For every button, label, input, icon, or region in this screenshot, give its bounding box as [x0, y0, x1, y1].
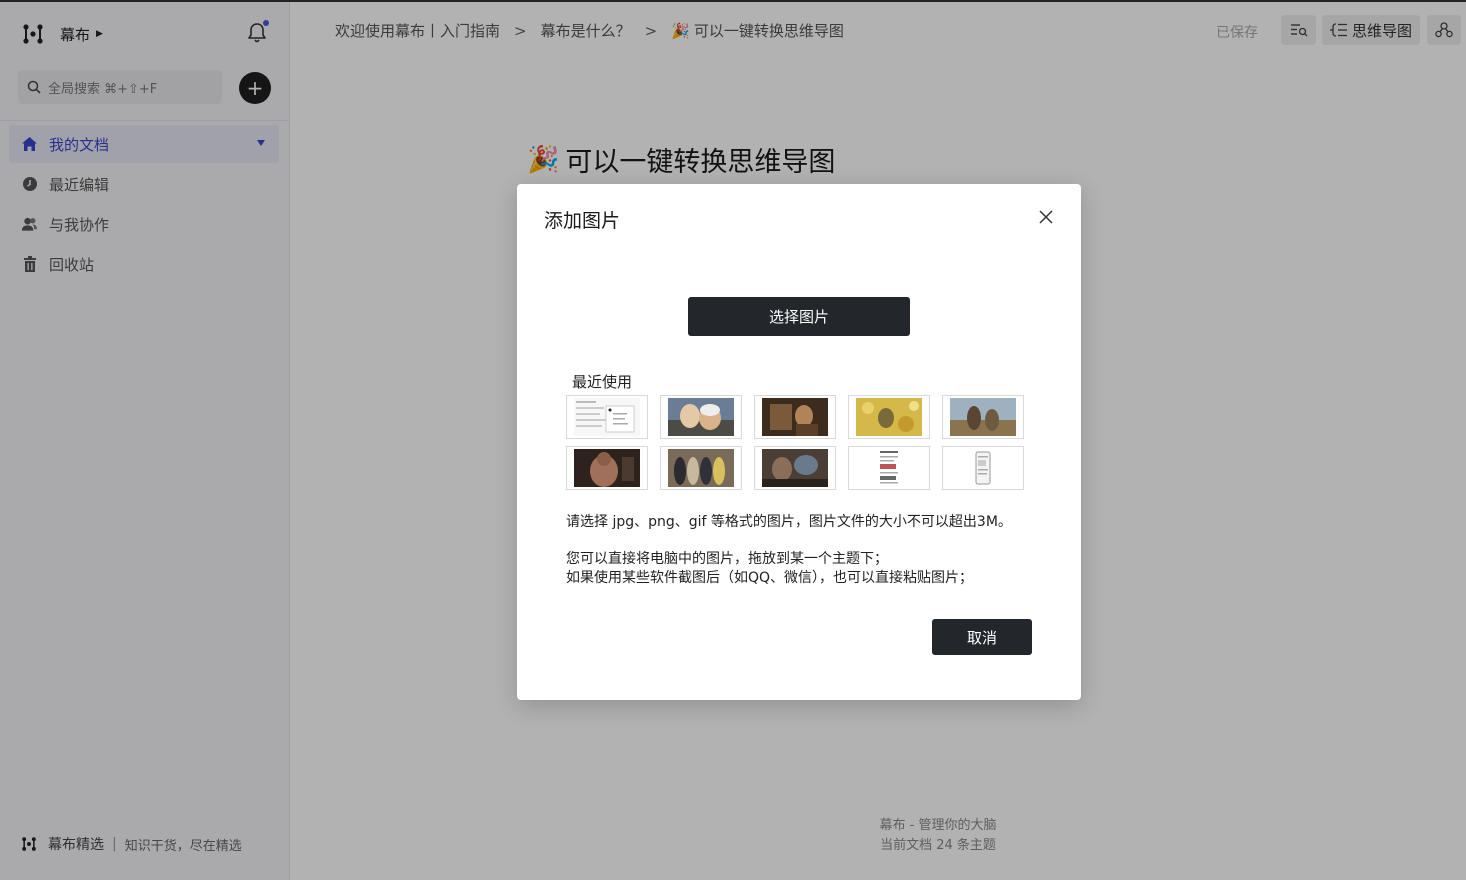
close-icon	[1039, 210, 1053, 224]
document-thumbnail-image	[950, 449, 1016, 487]
recent-image-thumbnail[interactable]	[660, 446, 742, 490]
recent-image-thumbnail[interactable]	[848, 395, 930, 439]
close-button[interactable]	[1033, 204, 1059, 230]
drag-hint: 您可以直接将电脑中的图片，拖放到某一个主题下；	[566, 551, 888, 567]
document-thumbnail-image	[856, 449, 922, 487]
photo-thumbnail-image	[668, 398, 734, 436]
photo-thumbnail-image	[762, 449, 828, 487]
recent-image-thumbnail[interactable]	[848, 446, 930, 490]
screenshot-thumbnail-image	[574, 398, 640, 436]
photo-thumbnail-image	[856, 398, 922, 436]
paste-hint: 如果使用某些软件截图后（如QQ、微信），也可以直接粘贴图片；	[566, 570, 974, 586]
photo-thumbnail-image	[574, 449, 640, 487]
recent-image-thumbnail[interactable]	[942, 446, 1024, 490]
recent-image-thumbnail[interactable]	[754, 395, 836, 439]
add-image-dialog: 添加图片 选择图片 最近使用 请选择 jpg、png、gif 等格式的图片，图片…	[517, 184, 1081, 700]
recent-image-thumbnail[interactable]	[942, 395, 1024, 439]
photo-thumbnail-image	[762, 398, 828, 436]
recent-images-grid	[566, 395, 1030, 490]
recent-label: 最近使用	[572, 373, 633, 391]
photo-thumbnail-image	[950, 398, 1016, 436]
choose-image-button[interactable]: 选择图片	[688, 297, 910, 336]
photo-thumbnail-image	[668, 449, 734, 487]
cancel-button[interactable]: 取消	[932, 619, 1032, 655]
recent-image-thumbnail[interactable]	[754, 446, 836, 490]
format-hint: 请选择 jpg、png、gif 等格式的图片，图片文件的大小不可以超出3M。	[566, 514, 1012, 530]
dialog-title: 添加图片	[544, 210, 621, 232]
recent-image-thumbnail[interactable]	[566, 446, 648, 490]
recent-image-thumbnail[interactable]	[660, 395, 742, 439]
recent-image-thumbnail[interactable]	[566, 395, 648, 439]
